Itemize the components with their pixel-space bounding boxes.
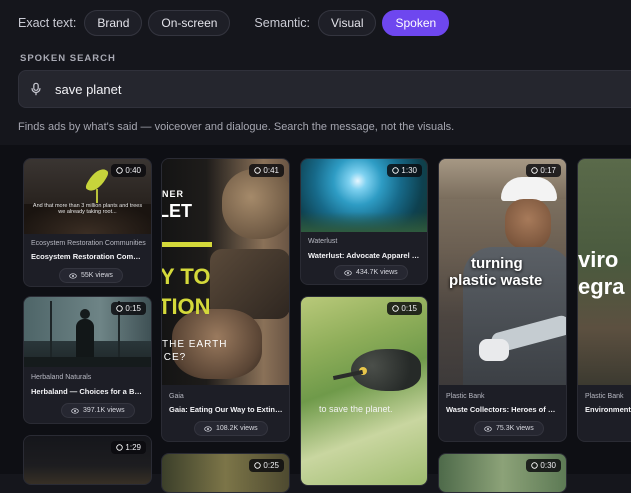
- duration-badge: 1:29: [111, 441, 146, 454]
- filter-bar: Exact text: Brand On-screen Semantic: Vi…: [18, 8, 631, 38]
- video-overlay-text: turning: [471, 255, 523, 272]
- video-overlay-text: THE EARTH: [162, 339, 228, 350]
- ad-card[interactable]: 1:29: [23, 435, 152, 485]
- duration-badge: 0:40: [111, 164, 146, 177]
- ad-card[interactable]: 0:30: [438, 453, 567, 493]
- video-overlay-text: viro: [578, 247, 619, 272]
- duration-badge: 0:15: [387, 302, 422, 315]
- ad-title: Gaia: Eating Our Way to Extinction: [169, 405, 283, 414]
- ad-thumbnail: turning plastic waste 0:17: [439, 159, 566, 385]
- duration-badge: 0:17: [526, 164, 561, 177]
- spoken-search-label: SPOKEN SEARCH: [20, 53, 116, 64]
- clock-icon: [116, 444, 124, 451]
- views-badge: 108.2K views: [194, 421, 268, 436]
- ad-brand: Herbaland Naturals: [31, 374, 92, 381]
- ad-card[interactable]: 0:25: [161, 453, 290, 493]
- eye-icon: [484, 425, 492, 432]
- views-badge: 75.3K views: [474, 421, 544, 436]
- video-overlay-text: plastic waste: [449, 272, 543, 289]
- clock-icon: [531, 167, 539, 174]
- video-overlay-text: TION: [162, 294, 211, 319]
- spoken-search-input[interactable]: [53, 80, 577, 98]
- ad-title: Waterlust: Advocate Apparel for O...: [308, 251, 421, 260]
- voiceover-caption: to save the planet.: [319, 404, 393, 414]
- clock-icon: [531, 462, 539, 469]
- video-overlay-text: NER: [162, 189, 185, 199]
- ad-brand: Gaia: [169, 393, 184, 400]
- ad-title: Environmental...: [585, 405, 631, 414]
- chip-on-screen[interactable]: On-screen: [148, 10, 231, 36]
- views-badge: 397.1K views: [61, 403, 135, 418]
- exact-text-label: Exact text:: [18, 16, 77, 30]
- chip-spoken[interactable]: Spoken: [382, 10, 450, 36]
- eye-icon: [204, 425, 212, 432]
- ad-thumbnail: 1:30: [301, 159, 427, 232]
- ad-thumbnail: And that more than 3 million plants and …: [24, 159, 151, 234]
- ad-brand: Plastic Bank: [446, 393, 485, 400]
- clock-icon: [254, 167, 262, 174]
- ad-card[interactable]: 0:15 Herbaland Naturals Herbaland — Choi…: [23, 296, 152, 424]
- video-overlay-text: LET: [162, 201, 192, 221]
- ad-title: Herbaland — Choices for a Better ...: [31, 387, 145, 396]
- clock-icon: [392, 167, 400, 174]
- ad-thumbnail: NER LET Y TO TION THE EARTH ICE? 0:41: [162, 159, 289, 385]
- clock-icon: [392, 305, 400, 312]
- ad-card[interactable]: to save the planet. 0:15: [300, 296, 428, 486]
- ad-title: Waste Collectors: Heroes of Our Pl...: [446, 405, 560, 414]
- duration-badge: 0:15: [111, 302, 146, 315]
- ad-thumbnail: 0:15: [24, 297, 151, 367]
- search-hint: Finds ads by what's said — voiceover and…: [18, 121, 455, 133]
- microphone-icon: [31, 82, 41, 96]
- views-badge: 434.7K views: [334, 265, 408, 280]
- ad-card[interactable]: viro egra Plastic Bank Environmental...: [577, 158, 631, 442]
- ad-thumbnail: to save the planet. 0:15: [301, 297, 427, 485]
- ad-card[interactable]: turning plastic waste 0:17 Plastic Bank …: [438, 158, 567, 442]
- eye-icon: [71, 407, 79, 414]
- clock-icon: [116, 167, 124, 174]
- duration-badge: 1:30: [387, 164, 422, 177]
- ad-brand: Ecosystem Restoration Communities: [31, 240, 146, 247]
- clock-icon: [254, 462, 262, 469]
- duration-badge: 0:25: [249, 459, 284, 472]
- video-overlay-text: ICE?: [162, 352, 187, 363]
- semantic-label: Semantic:: [254, 16, 311, 30]
- duration-badge: 0:41: [249, 164, 284, 177]
- ad-card[interactable]: 1:30 Waterlust Waterlust: Advocate Appar…: [300, 158, 428, 285]
- ad-card[interactable]: NER LET Y TO TION THE EARTH ICE? 0:41 Ga…: [161, 158, 290, 442]
- eye-icon: [69, 272, 77, 279]
- ad-thumbnail: viro egra: [578, 159, 631, 385]
- video-overlay-text: Y TO: [162, 264, 211, 289]
- spoken-search-box: [18, 70, 631, 108]
- video-overlay-text: egra: [578, 274, 625, 299]
- chip-brand[interactable]: Brand: [84, 10, 143, 36]
- ad-title: Ecosystem Restoration Communit...: [31, 252, 145, 261]
- ad-thumbnail: 1:29: [24, 436, 151, 484]
- ad-brand: Plastic Bank: [585, 393, 624, 400]
- ad-card[interactable]: And that more than 3 million plants and …: [23, 158, 152, 287]
- chip-visual[interactable]: Visual: [318, 10, 377, 36]
- duration-badge: 0:30: [526, 459, 561, 472]
- voiceover-caption: And that more than 3 million plants and …: [32, 203, 143, 215]
- views-badge: 55K views: [59, 268, 123, 283]
- ad-brand: Waterlust: [308, 238, 338, 245]
- eye-icon: [344, 269, 352, 276]
- results-grid: And that more than 3 million plants and …: [0, 145, 631, 493]
- clock-icon: [116, 305, 124, 312]
